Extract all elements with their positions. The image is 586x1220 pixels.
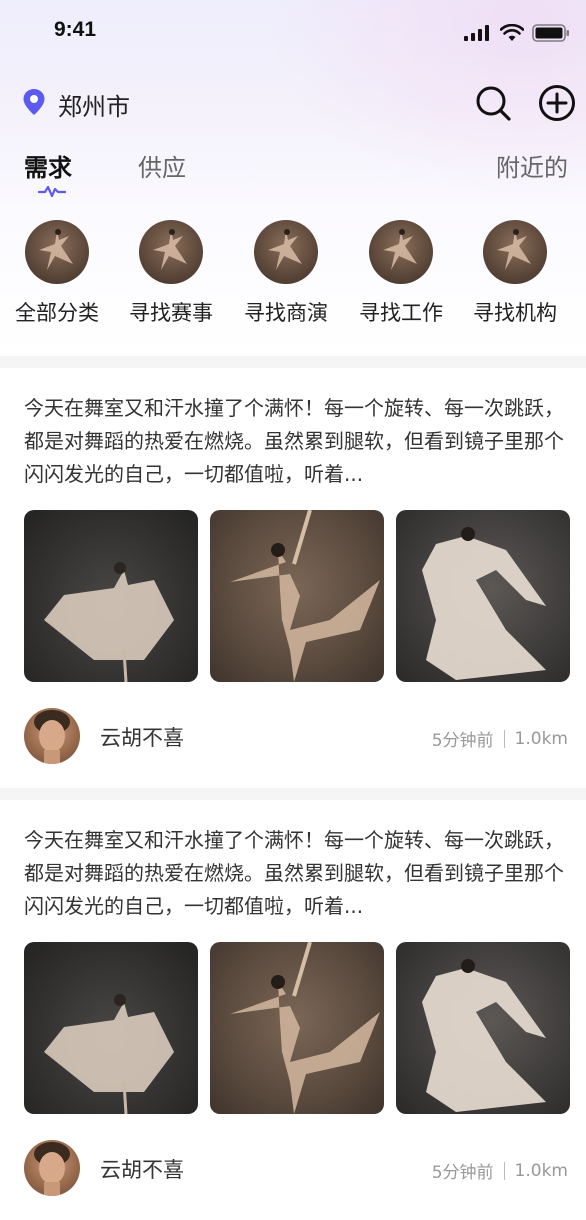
post-time: 5分钟前 — [431, 1163, 494, 1183]
section-divider — [0, 788, 586, 800]
signal-icon — [464, 25, 489, 41]
status-bar: 9:41 — [0, 0, 586, 64]
post-time: 5分钟前 — [431, 731, 494, 751]
author-name[interactable]: 云胡不喜 — [100, 1154, 184, 1184]
battery-icon — [532, 24, 569, 42]
post-card[interactable]: 今天在舞室又和汗水撞了个满怀！每一个旋转、每一次跳跃，都是对舞蹈的热爱在燃烧。虽… — [0, 800, 586, 1220]
location-pin-icon — [23, 89, 45, 115]
tab-nearby[interactable]: 附近的 — [496, 148, 568, 183]
category-all[interactable]: 全部分类 — [2, 220, 112, 327]
category-label: 全部分类 — [15, 301, 99, 325]
post-image[interactable] — [24, 942, 198, 1114]
post-distance: 1.0km — [514, 1160, 568, 1181]
post-image[interactable] — [210, 942, 384, 1114]
tab-demand[interactable]: 需求 — [24, 148, 72, 183]
category-label: 寻找机构 — [473, 301, 557, 325]
category-performance[interactable]: 寻找商演 — [231, 220, 341, 327]
post-images — [24, 942, 570, 1114]
post-text: 今天在舞室又和汗水撞了个满怀！每一个旋转、每一次跳跃，都是对舞蹈的热爱在燃烧。虽… — [24, 828, 564, 918]
post-image[interactable] — [24, 510, 198, 682]
category-label: 寻找赛事 — [129, 301, 213, 325]
search-icon[interactable] — [474, 84, 512, 122]
category-institution[interactable]: 寻找机构 — [460, 220, 570, 327]
post-footer: 云胡不喜 5分钟前 1.0km — [0, 1138, 586, 1198]
tab-bar: 需求 供应 附近的 — [0, 146, 586, 200]
category-job[interactable]: 寻找工作 — [346, 220, 456, 327]
category-row: 全部分类 寻找赛事 寻找商演 寻找工作 寻找机构 — [0, 220, 586, 340]
category-label: 寻找工作 — [359, 301, 443, 325]
meta-separator — [503, 729, 505, 748]
wifi-icon — [500, 24, 524, 41]
status-icons — [464, 24, 570, 42]
post-card[interactable]: 今天在舞室又和汗水撞了个满怀！每一个旋转、每一次跳跃，都是对舞蹈的热爱在燃烧。虽… — [0, 368, 586, 788]
post-image[interactable] — [210, 510, 384, 682]
author-avatar[interactable] — [24, 1140, 80, 1196]
author-name[interactable]: 云胡不喜 — [100, 722, 184, 752]
post-image[interactable] — [396, 942, 570, 1114]
tab-supply[interactable]: 供应 — [138, 148, 186, 183]
post-image[interactable] — [396, 510, 570, 682]
category-image — [254, 220, 318, 284]
post-meta: 5分钟前 1.0km — [431, 1158, 568, 1184]
active-tab-indicator-icon — [38, 185, 66, 198]
location-bar: 郑州市 — [0, 80, 586, 126]
post-text: 今天在舞室又和汗水撞了个满怀！每一个旋转、每一次跳跃，都是对舞蹈的热爱在燃烧。虽… — [24, 396, 564, 486]
category-competition[interactable]: 寻找赛事 — [116, 220, 226, 327]
author-avatar[interactable] — [24, 708, 80, 764]
add-circle-icon[interactable] — [538, 84, 576, 122]
category-image — [25, 220, 89, 284]
post-images — [24, 510, 570, 682]
meta-separator — [503, 1161, 505, 1180]
category-image — [483, 220, 547, 284]
city-selector[interactable]: 郑州市 — [58, 87, 130, 122]
post-distance: 1.0km — [514, 728, 568, 749]
category-label: 寻找商演 — [244, 301, 328, 325]
post-meta: 5分钟前 1.0km — [431, 726, 568, 752]
status-time: 9:41 — [54, 18, 97, 41]
category-image — [369, 220, 433, 284]
post-footer: 云胡不喜 5分钟前 1.0km — [0, 706, 586, 766]
category-image — [139, 220, 203, 284]
section-divider — [0, 356, 586, 368]
